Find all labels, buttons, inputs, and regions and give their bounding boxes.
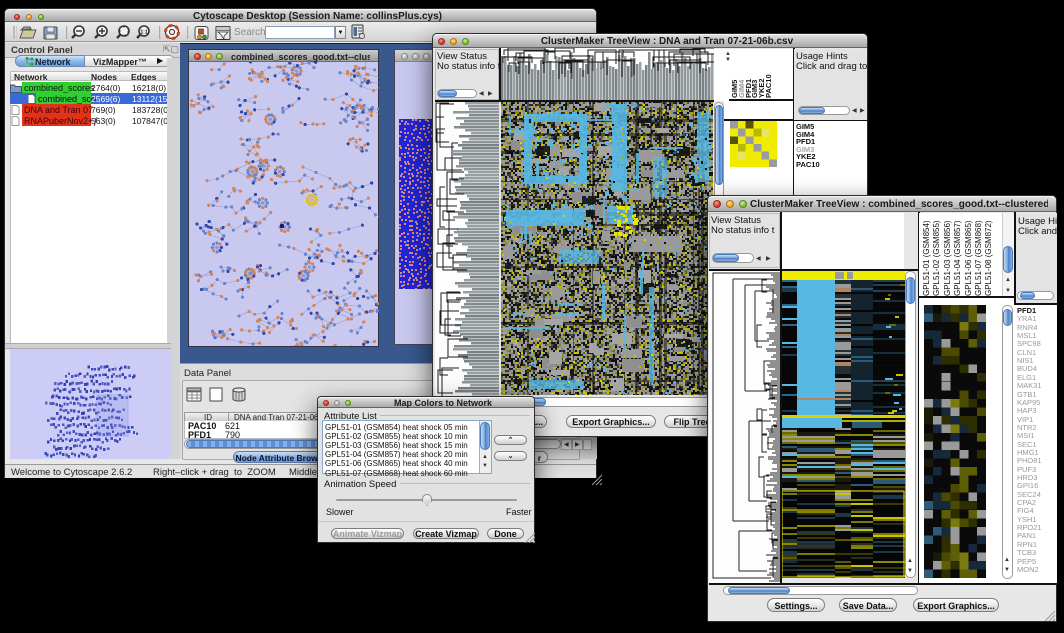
- svg-text:1:1: 1:1: [140, 30, 147, 36]
